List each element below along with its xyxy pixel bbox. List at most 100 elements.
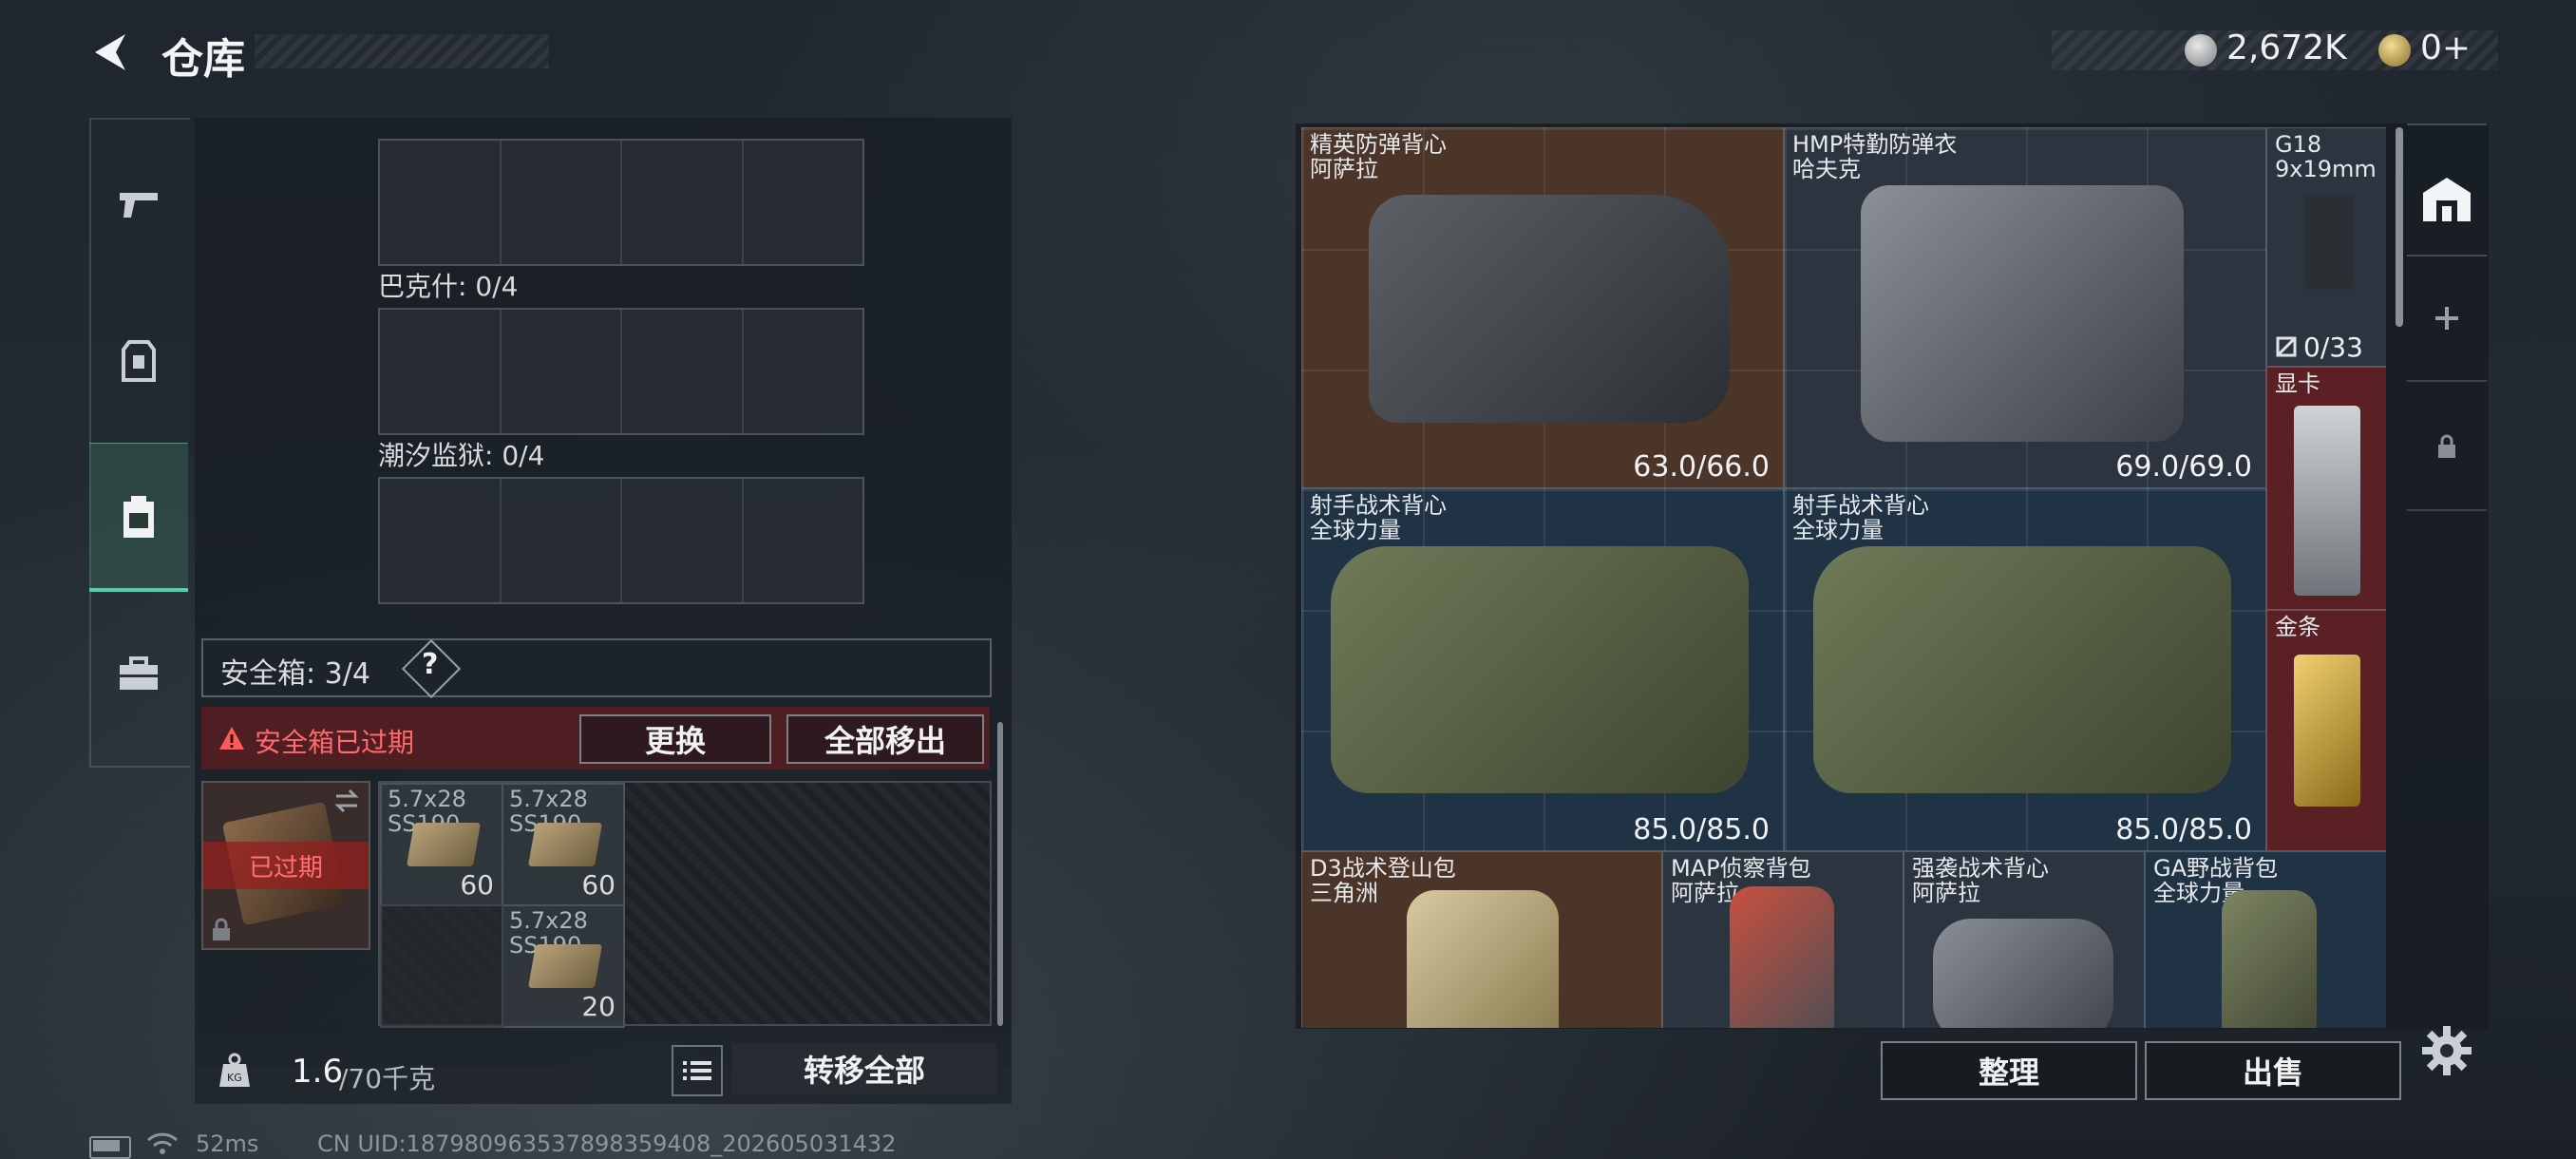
plus-icon: [2435, 307, 2458, 330]
lock-icon: [2438, 434, 2455, 458]
transfer-all-button[interactable]: 转移全部: [732, 1043, 996, 1094]
grid-cell[interactable]: [380, 141, 502, 264]
ammo-box-image: [527, 823, 603, 866]
help-question-mark: ?: [422, 648, 439, 681]
item-durability: 69.0/69.0: [2115, 450, 2252, 484]
grid-cell[interactable]: [380, 310, 502, 433]
grid-cell[interactable]: [622, 310, 744, 433]
backpack-image: [2222, 890, 2317, 1028]
move-all-out-button[interactable]: 全部移出: [786, 714, 984, 764]
left-scrollbar[interactable]: [997, 722, 1003, 1026]
ammo-item[interactable]: 5.7x28 SS190 60: [502, 783, 625, 906]
grid-cell[interactable]: [622, 479, 744, 602]
inventory-item-d3-backpack[interactable]: D3战术登山包 三角洲: [1301, 851, 1662, 1028]
sort-button[interactable]: 整理: [1881, 1041, 2137, 1100]
ammo-box-image: [527, 944, 603, 988]
settings-button[interactable]: [2420, 1024, 2473, 1077]
current-weight: 1.6: [292, 1053, 344, 1091]
stash-tab[interactable]: [2407, 152, 2487, 247]
item-name: 精英防弹背心: [1310, 131, 1447, 158]
inventory-item-ga-backpack[interactable]: GA野战背包 全球力量: [2145, 851, 2386, 1028]
weight-bar: KG 1.6 /70千克 转移全部: [195, 1036, 1012, 1104]
grid-cell[interactable]: [502, 479, 622, 602]
grid-cell[interactable]: [502, 310, 622, 433]
item-caliber: 9x19mm: [2275, 156, 2377, 182]
ammo-item[interactable]: 5.7x28 SS190 60: [380, 783, 503, 906]
pistol-icon: [120, 193, 158, 218]
nav-weapons[interactable]: [89, 152, 188, 256]
pistol-image: [2305, 195, 2353, 290]
ammo-item[interactable]: 5.7x28 SS190 20: [502, 904, 625, 1028]
storage-grid-3[interactable]: [378, 477, 864, 604]
item-name: 射手战术背心: [1310, 492, 1447, 519]
uid-text: CN UID:18798096353789835940​8_2026050314…: [317, 1130, 897, 1157]
add-stash-button[interactable]: [2407, 285, 2487, 352]
ammo-quantity: 60: [460, 869, 494, 901]
ammo-caliber: 5.7x28: [509, 786, 588, 812]
nav-backpack[interactable]: [89, 443, 188, 592]
ammo-quantity: 20: [581, 991, 616, 1022]
grid-cell[interactable]: [622, 141, 744, 264]
locked-stash-button[interactable]: [2407, 408, 2487, 484]
grid-cell[interactable]: [744, 141, 863, 264]
lock-icon: [213, 918, 230, 940]
stash-icon: [2423, 178, 2471, 221]
inventory-item-elite-vest[interactable]: 精英防弹背心 阿萨拉 63.0/66.0: [1301, 127, 1784, 488]
grid-cell[interactable]: [380, 479, 502, 602]
storage-grid-2[interactable]: [378, 308, 864, 435]
item-name: 金条: [2275, 614, 2320, 640]
ammo-caliber: 5.7x28: [388, 786, 466, 812]
right-nav-divider: [2407, 124, 2487, 125]
swap-icon[interactable]: [332, 788, 361, 813]
page-title: 仓库: [161, 35, 245, 84]
title-decoration: [255, 34, 549, 68]
inventory-item-assault-vest[interactable]: 强袭战术背心 阿萨拉: [1904, 851, 2145, 1028]
vest-image: [1331, 546, 1749, 793]
inventory-item-gpu[interactable]: 显卡: [2266, 367, 2386, 610]
item-durability: 85.0/85.0: [2115, 813, 2252, 846]
item-name: MAP侦察背包: [1671, 855, 1811, 882]
safebox-expired-bar: 安全箱已过期 更换 全部移出: [201, 707, 990, 770]
item-origin: 阿萨拉: [1912, 880, 1980, 906]
replace-button[interactable]: 更换: [579, 714, 771, 764]
item-origin: 哈夫克: [1792, 156, 1861, 182]
inventory-item-hmp-armor[interactable]: HMP特勤防弹衣 哈夫克 69.0/69.0: [1784, 127, 2266, 488]
safebox-contents: 5.7x28 SS190 60 5.7x28 SS190 60 5.7x28 S…: [378, 781, 992, 1028]
inventory-item-map-backpack[interactable]: MAP侦察背包 阿萨拉: [1662, 851, 1904, 1028]
storage-grid-1[interactable]: [378, 139, 864, 266]
grid-cell[interactable]: [744, 479, 863, 602]
right-nav-divider: [2407, 509, 2487, 511]
list-view-button[interactable]: [672, 1045, 723, 1096]
empty-slot[interactable]: [380, 904, 503, 1028]
inventory-item-g18[interactable]: G18 9x19mm 0/33: [2266, 127, 2386, 367]
inventory-item-gold-bar[interactable]: 金条: [2266, 610, 2386, 851]
storage-label-bakesh: 巴克什: 0/4: [378, 271, 519, 302]
nav-toolbox[interactable]: [89, 622, 188, 727]
safebox-label: 安全箱: 3/4: [220, 657, 370, 691]
inventory-scrollbar[interactable]: [2396, 127, 2403, 327]
item-durability: 63.0/66.0: [1633, 450, 1770, 484]
grid-cell[interactable]: [744, 310, 863, 433]
vest-image: [1369, 195, 1730, 423]
weight-icon: KG: [219, 1053, 250, 1087]
ammo-caliber: 5.7x28: [509, 907, 588, 934]
max-weight: /70千克: [339, 1063, 436, 1094]
nav-equipment[interactable]: [89, 309, 188, 413]
no-ammo-icon: [2276, 336, 2297, 357]
storage-label-tidal-prison: 潮汐监狱: 0/4: [378, 440, 545, 471]
vest-image: [1933, 919, 2113, 1028]
svg-text:KG: KG: [227, 1072, 242, 1084]
list-icon: [683, 1061, 711, 1080]
safe-case-item[interactable]: 已过期: [201, 781, 370, 950]
item-origin: 阿萨拉: [1671, 880, 1739, 906]
sell-button[interactable]: 出售: [2145, 1041, 2401, 1100]
back-arrow-icon[interactable]: [87, 28, 135, 76]
vest-image: [1813, 546, 2231, 793]
inventory-item-shooter-vest-2[interactable]: 射手战术背心 全球力量 85.0/85.0: [1784, 488, 2266, 851]
item-name: HMP特勤防弹衣: [1792, 131, 1958, 158]
inventory-item-shooter-vest-1[interactable]: 射手战术背心 全球力量 85.0/85.0: [1301, 488, 1784, 851]
grid-cell[interactable]: [502, 141, 622, 264]
item-name: 显卡: [2275, 370, 2320, 397]
right-nav-divider: [2407, 255, 2487, 256]
right-nav-divider: [2407, 380, 2487, 382]
